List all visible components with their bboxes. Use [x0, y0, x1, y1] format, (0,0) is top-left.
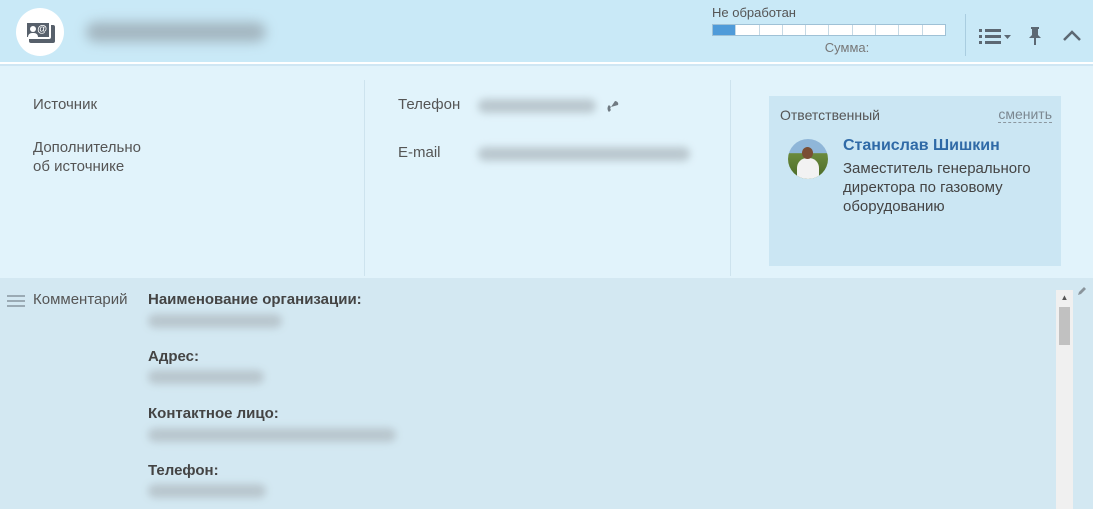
comment-field-org-value-redacted [148, 314, 282, 328]
pencil-icon[interactable] [1077, 285, 1087, 299]
status-label: Не обработан [712, 5, 796, 20]
progress-segment[interactable] [853, 25, 877, 35]
column-divider [364, 80, 365, 276]
responsible-card: Ответственный сменить Станислав Шишкин З… [769, 96, 1061, 266]
status-block: Не обработан Сумма: [712, 5, 948, 55]
header-divider [965, 14, 966, 56]
source-extra-label: Дополнительно об источнике [33, 139, 141, 175]
pin-button[interactable] [1026, 24, 1044, 48]
progress-segment[interactable] [783, 25, 807, 35]
scroll-thumb[interactable] [1059, 307, 1070, 345]
responsible-title: Ответственный [780, 107, 880, 123]
phone-call-icon[interactable] [606, 99, 622, 115]
list-menu-icon [979, 29, 1011, 44]
entity-title-redacted [86, 22, 266, 42]
phone-value-redacted[interactable] [478, 99, 596, 113]
progress-segment[interactable] [713, 25, 737, 35]
progress-segment[interactable] [876, 25, 900, 35]
scroll-up-arrow-icon[interactable]: ▲ [1056, 290, 1073, 306]
comment-field-phone-value-redacted [148, 484, 266, 498]
responsible-position: Заместитель генерального директора по га… [843, 160, 1031, 215]
comment-field-phone-label: Телефон: [148, 462, 219, 479]
entity-info-panel: Источник Дополнительно об источнике Теле… [0, 66, 1093, 278]
comment-label: Комментарий [33, 291, 128, 308]
comment-section: Комментарий Наименование организации: Ад… [0, 278, 1093, 509]
change-responsible-link[interactable]: сменить [998, 107, 1052, 123]
responsible-avatar[interactable] [788, 139, 828, 179]
list-menu-button[interactable] [978, 24, 1012, 48]
chevron-up-icon [1063, 30, 1081, 41]
comment-field-address-value-redacted [148, 370, 264, 384]
progress-segment[interactable] [806, 25, 830, 35]
source-label: Источник [33, 96, 98, 113]
comment-field-contact-label: Контактное лицо: [148, 405, 279, 422]
entity-avatar: @ [16, 8, 64, 56]
contact-card-icon: @ [25, 21, 55, 43]
status-progress-bar[interactable] [712, 24, 946, 36]
responsible-name-link[interactable]: Станислав Шишкин [843, 137, 1000, 155]
progress-segment[interactable] [829, 25, 853, 35]
comment-scrollbar[interactable]: ▲ [1056, 290, 1073, 509]
email-label: E-mail [398, 144, 441, 161]
phone-label: Телефон [398, 96, 461, 113]
collapse-button[interactable] [1060, 24, 1084, 48]
progress-segment[interactable] [760, 25, 783, 35]
progress-segment[interactable] [923, 25, 945, 35]
drag-handle-icon[interactable] [7, 295, 25, 307]
progress-segment[interactable] [736, 25, 760, 35]
comment-field-contact-value-redacted [148, 428, 396, 442]
email-value-redacted[interactable] [478, 147, 690, 161]
column-divider [730, 80, 731, 276]
entity-header: @ Не обработан Сумма: [0, 0, 1093, 64]
sum-label: Сумма: [824, 40, 870, 55]
pin-icon [1029, 27, 1041, 45]
comment-field-address-label: Адрес: [148, 348, 199, 365]
progress-segment[interactable] [899, 25, 923, 35]
comment-field-org-label: Наименование организации: [148, 291, 362, 308]
